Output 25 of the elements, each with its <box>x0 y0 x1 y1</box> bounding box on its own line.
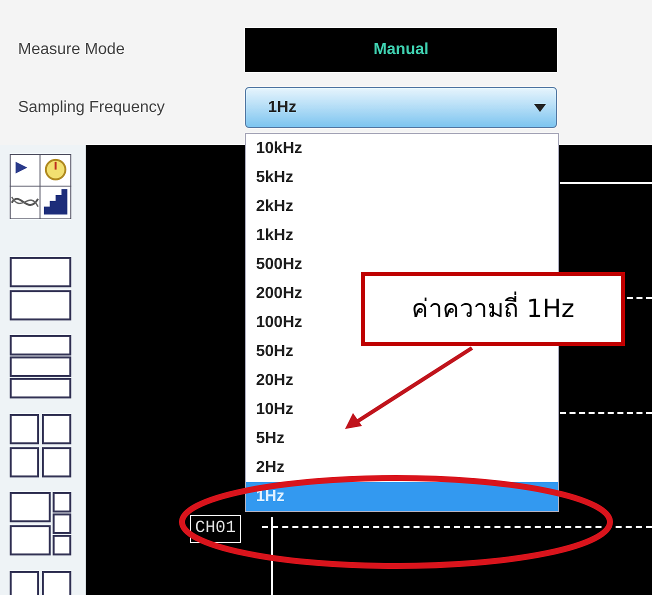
grid-layout-icon[interactable] <box>9 570 72 595</box>
three-row-layout-icon[interactable] <box>9 335 72 400</box>
annotation-callout: ค่าความถี่ 1Hz <box>361 272 625 346</box>
dropdown-option[interactable]: 20Hz <box>246 366 298 395</box>
grid-layout-icon[interactable] <box>9 414 72 478</box>
mode-value: Manual <box>373 40 429 60</box>
caret-icon <box>534 104 546 112</box>
dropdown-option[interactable]: 100Hz <box>246 308 306 337</box>
dropdown-option[interactable]: 500Hz <box>246 250 306 279</box>
frequency-dropdown[interactable]: 1Hz <box>245 87 557 128</box>
field-label: Sampling Frequency <box>18 98 166 118</box>
dropdown-option[interactable]: 200Hz <box>246 279 306 308</box>
channel-label: CH01 <box>190 515 241 542</box>
dropdown-option[interactable]: 10Hz <box>246 395 298 424</box>
two-row-layout-icon[interactable] <box>9 257 72 322</box>
dropdown-option[interactable]: 2Hz <box>246 453 288 482</box>
dropdown-option[interactable]: 1kHz <box>246 221 298 250</box>
tools-icon[interactable] <box>9 154 72 220</box>
dropdown-option[interactable]: 10kHz <box>246 134 306 163</box>
dropdown-option[interactable]: 5Hz <box>246 424 288 453</box>
field-label: Measure Mode <box>18 40 126 60</box>
mixed-layout-icon[interactable] <box>9 492 72 557</box>
dropdown-option[interactable]: 5kHz <box>246 163 298 192</box>
dropdown-option[interactable]: 2kHz <box>246 192 298 221</box>
dropdown-option[interactable]: 50Hz <box>246 337 298 366</box>
